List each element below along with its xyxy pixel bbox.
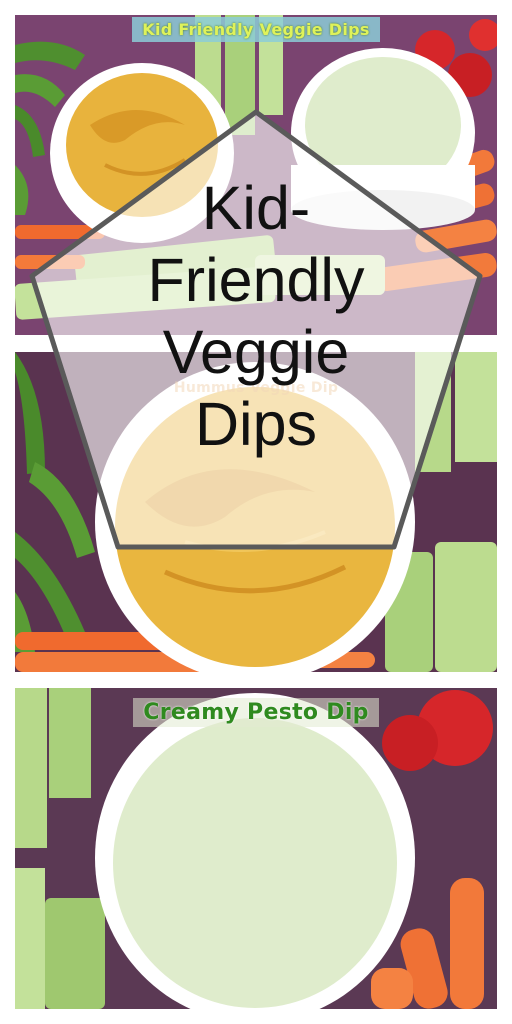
page-title: Kid- Friendly Veggie Dips [0, 172, 512, 460]
bottom-panel-caption: Creamy Pesto Dip [15, 698, 497, 727]
caption-text: Creamy Pesto Dip [133, 698, 379, 727]
photo-panel-bottom: Creamy Pesto Dip [15, 688, 497, 1009]
caption-text: Kid Friendly Veggie Dips [132, 17, 380, 42]
title-line-3: Veggie [162, 318, 350, 386]
pesto-dip-photo [15, 688, 497, 1009]
title-line-4: Dips [194, 390, 318, 458]
title-line-1: Kid- [201, 174, 311, 242]
top-panel-caption: Kid Friendly Veggie Dips [15, 17, 497, 42]
title-line-2: Friendly [147, 246, 365, 314]
